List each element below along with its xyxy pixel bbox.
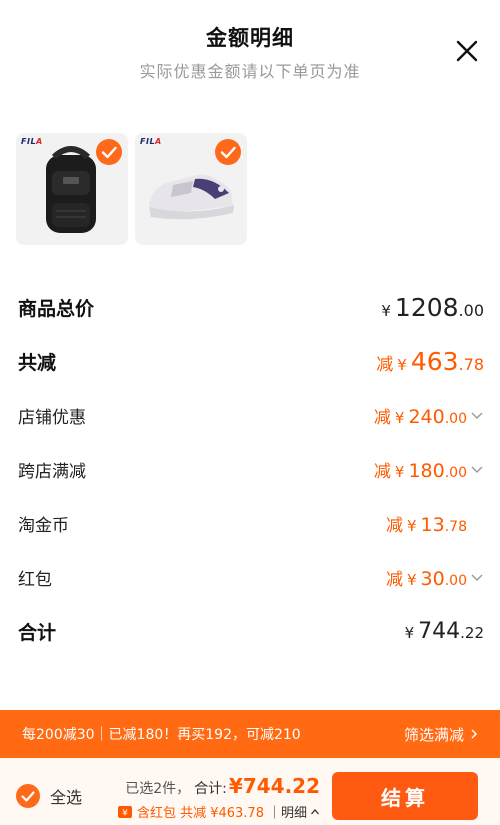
row-red-packet[interactable]: 红包 减 ¥30.00 xyxy=(18,562,484,592)
row-label: 店铺优惠 xyxy=(18,407,86,428)
chevron-down-icon[interactable] xyxy=(470,570,484,584)
checkout-button[interactable]: 结算 xyxy=(332,772,478,820)
chevron-up-icon xyxy=(311,808,319,814)
chevron-right-icon xyxy=(471,729,478,739)
close-icon xyxy=(456,40,478,62)
checkout-footer: 全选 已选2件， 合计: ¥744.22 ¥ 含红包 共减 ¥463.78 ｜明… xyxy=(0,758,500,825)
sheet-title: 金额明细 xyxy=(206,26,294,50)
selected-count: 已选2件， xyxy=(125,781,191,797)
product-thumb-sneaker[interactable]: FILA xyxy=(135,133,247,245)
select-all-toggle[interactable]: 全选 xyxy=(16,784,82,808)
promo-text: 每200减30｜已减180！再买192，可减210 xyxy=(22,727,301,743)
filter-label: 筛选满减 xyxy=(403,725,464,744)
row-value: 减 ¥180.00 xyxy=(374,457,484,482)
close-button[interactable] xyxy=(454,38,480,64)
row-label: 商品总价 xyxy=(18,297,95,320)
brand-logo: FILA xyxy=(21,137,43,146)
chevron-down-icon[interactable] xyxy=(470,408,484,422)
row-total-discount: 共减 减 ¥463.78 xyxy=(18,346,484,376)
row-value: 减 ¥240.00 xyxy=(374,403,484,428)
checkmark-icon xyxy=(21,791,35,802)
row-subtotal: 合计 ¥744.22 xyxy=(18,616,484,646)
product-selected-checkbox[interactable] xyxy=(96,139,122,165)
sheet-header: 金额明细 实际优惠金额请以下单页为准 xyxy=(0,0,500,100)
row-value: ¥1208.00 xyxy=(381,292,484,322)
row-value: 减 ¥463.78 xyxy=(376,346,484,376)
svg-text:¥: ¥ xyxy=(122,808,128,818)
checkmark-icon xyxy=(101,146,117,159)
order-summary: 已选2件， 合计: ¥744.22 xyxy=(125,774,320,798)
discount-summary: ¥ 含红包 共减 ¥463.78 ｜明细 xyxy=(117,802,320,821)
row-value: ¥744.22 xyxy=(404,618,484,644)
row-cross-shop[interactable]: 跨店满减 减 ¥180.00 xyxy=(18,454,484,484)
discount-text: 含红包 共减 ¥463.78 xyxy=(136,806,264,821)
product-selected-checkbox[interactable] xyxy=(215,139,241,165)
total-label: 合计: xyxy=(194,781,227,797)
row-label: 红包 xyxy=(18,569,52,590)
row-value: 减 ¥13.78 xyxy=(386,513,467,536)
row-label: 淘金币 xyxy=(18,515,69,536)
row-label: 合计 xyxy=(18,621,57,644)
promo-bar: 每200减30｜已减180！再买192，可减210 筛选满减 xyxy=(0,710,500,758)
row-value: 减 ¥30.00 xyxy=(386,565,484,590)
select-all-checkbox[interactable] xyxy=(16,784,40,808)
row-label: 跨店满减 xyxy=(18,461,86,482)
total-value: ¥744.22 xyxy=(228,774,320,798)
detail-label: ｜明细 xyxy=(267,806,307,821)
filter-discount-link[interactable]: 筛选满减 xyxy=(404,724,480,745)
row-shop-discount[interactable]: 店铺优惠 减 ¥240.00 xyxy=(18,400,484,430)
red-packet-icon: ¥ xyxy=(117,805,132,818)
sheet-subtitle: 实际优惠金额请以下单页为准 xyxy=(139,62,361,81)
chevron-down-icon[interactable] xyxy=(470,462,484,476)
detail-toggle[interactable]: ｜明细 xyxy=(268,802,320,821)
row-goods-total: 商品总价 ¥1208.00 xyxy=(18,292,484,322)
row-taojinbi: 淘金币 减 ¥13.78 xyxy=(18,508,484,538)
product-thumb-backpack[interactable]: FILA xyxy=(16,133,128,245)
checkmark-icon xyxy=(220,146,236,159)
row-label: 共减 xyxy=(18,351,57,374)
select-all-label: 全选 xyxy=(50,788,83,807)
product-list: FILA FILA xyxy=(16,133,247,245)
brand-logo: FILA xyxy=(140,137,162,146)
